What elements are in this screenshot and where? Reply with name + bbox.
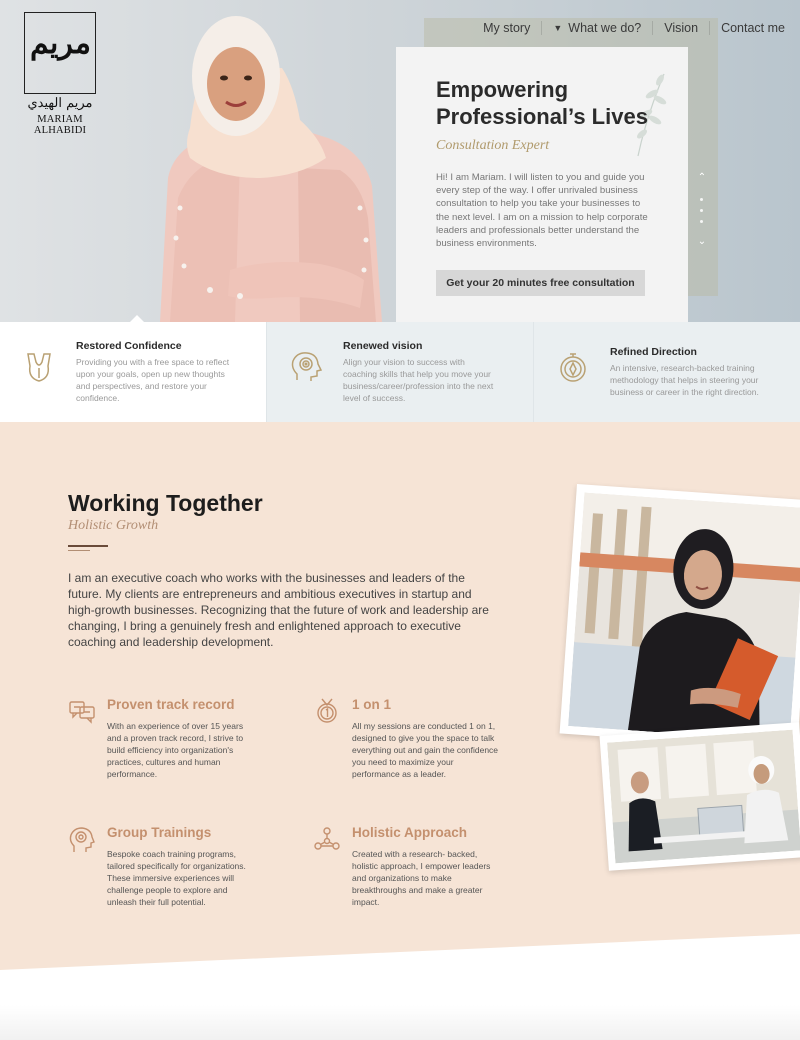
feature-title: Renewed vision (343, 340, 423, 352)
service-title: Group Trainings (107, 825, 212, 840)
feature-text: An intensive, research-backed training m… (610, 363, 759, 397)
feature-renewed-vision: Renewed vision Align your vision to succ… (267, 322, 534, 422)
section-title: Working Together (68, 490, 263, 516)
coach-photo (568, 492, 800, 742)
nav-contact-me[interactable]: Contact me (721, 21, 785, 35)
feature-title: Restored Confidence (76, 340, 182, 352)
nav-label: What we do? (568, 21, 642, 35)
service-title: Proven track record (107, 697, 235, 712)
logo-arabic-name: مريم الهيدي (27, 96, 93, 111)
chat-icon (69, 701, 95, 724)
slider-down-arrow-icon[interactable]: ⌄ (694, 236, 710, 247)
service-text: All my sessions are conducted 1 on 1, de… (352, 721, 499, 779)
feature-restored-confidence: Restored Confidence Providing you with a… (0, 315, 267, 422)
section-subtitle: Holistic Growth (68, 518, 159, 533)
main-nav: My story ▼ What we do? Vision Contact me (483, 19, 800, 37)
nav-label: My story (483, 21, 531, 35)
meeting-photo (607, 729, 800, 864)
feature-text: Align your vision to success with coachi… (343, 357, 494, 403)
title-divider (68, 545, 108, 547)
medal-icon (317, 698, 337, 723)
next-section-preview (0, 1005, 800, 1040)
slider-dot[interactable] (700, 198, 703, 201)
nav-my-story[interactable]: My story (483, 21, 530, 35)
feature-text: Providing you with a free space to refle… (76, 357, 230, 403)
nav-divider (652, 21, 654, 35)
brand-logo[interactable]: مريم مريم الهيدي MARIAM ALHABIDI (12, 12, 108, 136)
service-title: 1 on 1 (352, 697, 392, 712)
slider-up-arrow-icon[interactable]: ⌃ (694, 172, 710, 183)
service-text: Created with a research- backed, holisti… (352, 849, 491, 907)
section-intro: I am an executive coach who works with t… (68, 571, 489, 649)
service-title: Holistic Approach (352, 825, 468, 840)
title-divider-accent (68, 550, 90, 551)
coach-photo-frame (559, 484, 800, 750)
nav-divider (709, 21, 711, 35)
slider-dot[interactable] (700, 209, 703, 212)
confidence-icon (27, 353, 51, 382)
feature-refined-direction: Refined Direction An intensive, research… (534, 322, 800, 422)
nav-label: Contact me (721, 21, 785, 35)
hero-title: Empowering Professional’s Lives (436, 77, 648, 129)
brain-head-icon (69, 827, 95, 852)
compass-icon (560, 353, 586, 382)
nav-divider (541, 21, 543, 35)
logo-calligraphy: مريم (30, 26, 93, 61)
logo-name: MARIAM ALHABIDI (33, 114, 87, 136)
meeting-photo-frame (599, 722, 800, 871)
feature-title: Refined Direction (610, 346, 697, 358)
service-text: With an experience of over 15 years and … (107, 721, 244, 779)
network-icon (314, 827, 340, 850)
slider-controls: ⌃ ⌄ (694, 172, 710, 250)
features-row: Restored Confidence Providing you with a… (0, 315, 800, 422)
hero-subtitle: Consultation Expert (436, 138, 550, 153)
hero-description: Hi! I am Mariam. I will listen to you an… (436, 172, 648, 250)
nav-label: Vision (664, 21, 699, 35)
nav-vision[interactable]: Vision (664, 21, 698, 35)
hero-section: مريم مريم الهيدي MARIAM ALHABIDI Empower… (0, 0, 800, 322)
free-consultation-button[interactable]: Get your 20 minutes free consultation (436, 270, 645, 296)
chevron-down-icon: ▼ (553, 23, 563, 33)
service-text: Bespoke coach training programs, tailore… (107, 849, 246, 907)
portrait-image (160, 16, 382, 322)
slider-dot[interactable] (700, 220, 703, 223)
active-indicator (130, 315, 144, 322)
nav-what-we-do[interactable]: ▼ What we do? (553, 21, 641, 35)
vision-head-icon (291, 352, 323, 381)
